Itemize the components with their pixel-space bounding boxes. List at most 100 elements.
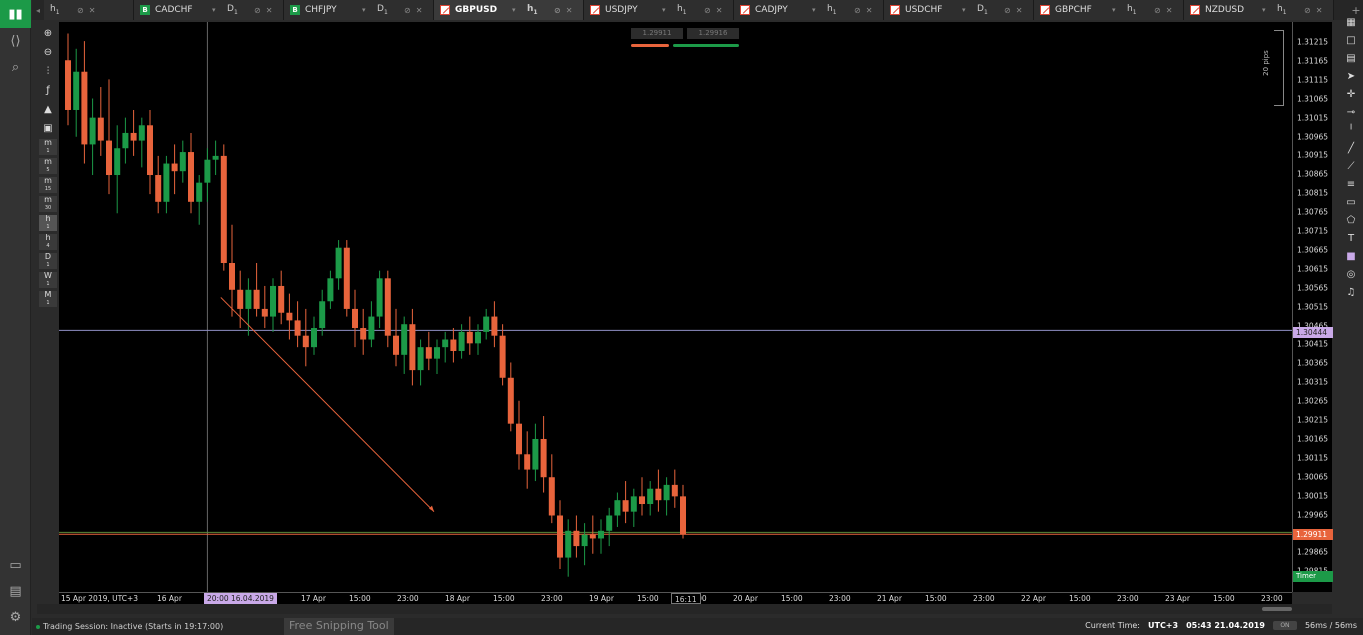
snipping-tool-label[interactable]: Free Snipping Tool (284, 618, 394, 635)
chevron-down-icon[interactable]: ▾ (1112, 6, 1122, 14)
tab-nzdusd[interactable]: NZDUSD ▾ h1 ⊘ ✕ (1184, 0, 1334, 20)
tab-scroll-left-icon[interactable]: ◂ (32, 6, 44, 15)
chart-type-icon[interactable]: ⫶ (39, 63, 57, 79)
close-icon[interactable]: ✕ (1166, 6, 1173, 15)
vertical-line-icon[interactable]: ╵ (1341, 122, 1361, 138)
template-icon[interactable]: ▲ (39, 101, 57, 117)
chevron-down-icon[interactable]: ▾ (662, 6, 672, 14)
tab-cadjpy[interactable]: CADJPY ▾ h1 ⊘ ✕ (734, 0, 884, 20)
price-tick: 1.30415 (1297, 339, 1329, 349)
shape-icon[interactable]: ⬠ (1341, 212, 1361, 228)
link-icon[interactable]: ⊘ (554, 6, 561, 15)
timeframe-D1[interactable]: D1 (39, 253, 57, 269)
close-icon[interactable]: ✕ (89, 6, 96, 15)
timeframe-M1[interactable]: M1 (39, 291, 57, 307)
chart-scrollbar[interactable] (37, 604, 1332, 614)
link-icon[interactable]: ⊘ (404, 6, 411, 15)
candle-body (384, 278, 391, 336)
camera-icon[interactable]: ◎ (1341, 266, 1361, 282)
analysis-icon[interactable]: ⌕ (0, 54, 31, 80)
chevron-down-icon[interactable]: ▾ (812, 6, 822, 14)
alert-bell-icon[interactable]: ♫ (1341, 284, 1361, 300)
single-layout-icon[interactable]: □ (1341, 32, 1361, 48)
tab-timeframe[interactable]: h1 (1127, 4, 1149, 16)
tab-first[interactable]: h1 ⊘ ✕ (44, 0, 134, 20)
tab-usdchf[interactable]: USDCHF ▾ D1 ⊘ ✕ (884, 0, 1034, 20)
tab-timeframe[interactable]: h1 (827, 4, 849, 16)
close-icon[interactable]: ✕ (866, 6, 873, 15)
zoom-in-icon[interactable]: ⊕ (39, 25, 57, 41)
time-axis[interactable]: 15 Apr 2019, UTC+3 16 Apr 17 Apr 15:00 23:00… (59, 592, 1292, 604)
cursor-icon[interactable]: ➤ (1341, 68, 1361, 84)
timeframe-W1[interactable]: W1 (39, 272, 57, 288)
ray-icon[interactable]: ⟋ (1341, 158, 1361, 174)
tab-timeframe[interactable]: h1 (677, 4, 699, 16)
chart-settings-icon[interactable]: ▣ (39, 120, 57, 136)
tab-timeframe[interactable]: D1 (377, 4, 399, 16)
close-icon[interactable]: ✕ (416, 6, 423, 15)
store-icon[interactable]: ▤ (0, 578, 31, 604)
tab-timeframe[interactable]: h1 (1277, 4, 1299, 16)
timezone-selector[interactable]: UTC+3 (1148, 621, 1178, 630)
indicators-icon[interactable]: ƒ (39, 82, 57, 98)
scroll-thumb[interactable] (1262, 607, 1292, 611)
timeframe-m30[interactable]: m 30 (39, 196, 57, 212)
timeframe-h4[interactable]: h4 (39, 234, 57, 250)
tab-gbpusd[interactable]: GBPUSD ▾ h1 ⊘ ✕ (434, 0, 584, 20)
link-icon[interactable]: ⊘ (854, 6, 861, 15)
chat-icon[interactable]: ▭ (0, 552, 31, 578)
chart-canvas[interactable] (59, 22, 1292, 592)
link-icon[interactable]: ⊘ (1304, 6, 1311, 15)
chevron-down-icon[interactable]: ▾ (512, 6, 522, 14)
horizontal-line-icon[interactable]: ⊸ (1341, 104, 1361, 120)
link-icon[interactable]: ⊘ (1154, 6, 1161, 15)
candle-timer-badge: 16:11 (671, 593, 701, 604)
link-icon[interactable]: ⊘ (704, 6, 711, 15)
timer-badge[interactable]: Timer (1293, 571, 1333, 582)
tab-timeframe[interactable]: h1 (527, 4, 549, 16)
tab-usdjpy[interactable]: USDJPY ▾ h1 ⊘ ✕ (584, 0, 734, 20)
link-icon[interactable]: ⊘ (254, 6, 261, 15)
close-icon[interactable]: ✕ (1316, 6, 1323, 15)
close-icon[interactable]: ✕ (266, 6, 273, 15)
zoom-out-icon[interactable]: ⊖ (39, 44, 57, 60)
tab-chfjpy[interactable]: B CHFJPY ▾ D1 ⊘ ✕ (284, 0, 434, 20)
link-icon[interactable]: ⊘ (77, 6, 84, 15)
on-toggle[interactable]: ON (1272, 621, 1297, 630)
timeframe-m5[interactable]: m5 (39, 158, 57, 174)
tab-timeframe[interactable]: D1 (977, 4, 999, 16)
tab-timeframe[interactable]: D1 (227, 4, 249, 16)
fibonacci-icon[interactable]: ≡ (1341, 176, 1361, 192)
chevron-down-icon[interactable]: ▾ (212, 6, 222, 14)
price-axis[interactable]: 1.31215 1.31165 1.31115 1.31065 1.31015 1.309… (1292, 22, 1333, 592)
text-icon[interactable]: T (1341, 230, 1361, 246)
tab-gbpchf[interactable]: GBPCHF ▾ h1 ⊘ ✕ (1034, 0, 1184, 20)
close-icon[interactable]: ✕ (716, 6, 723, 15)
chevron-down-icon[interactable]: ▾ (362, 6, 372, 14)
trade-chart-icon[interactable]: ▮▮ (0, 0, 31, 28)
split-layout-icon[interactable]: ▤ (1341, 50, 1361, 66)
time-label: 23 Apr (1165, 594, 1190, 603)
timeframe-m1[interactable]: m1 (39, 139, 57, 155)
code-brackets-icon[interactable]: ⟨⟩ (0, 28, 31, 54)
chevron-down-icon[interactable]: ▾ (962, 6, 972, 14)
layout-grid-icon[interactable]: ▦ (1341, 14, 1361, 30)
close-icon[interactable]: ✕ (566, 6, 573, 15)
close-icon[interactable]: ✕ (1016, 6, 1023, 15)
link-icon[interactable]: ⊘ (1004, 6, 1011, 15)
tab-symbol: GBPUSD (455, 5, 498, 15)
trend-line-icon[interactable]: ╱ (1341, 140, 1361, 156)
tab-timeframe[interactable]: h1 (50, 4, 72, 16)
timeframe-m15[interactable]: m 15 (39, 177, 57, 193)
sell-price[interactable]: 1.29911 (631, 28, 683, 39)
crosshair-icon[interactable]: ✛ (1341, 86, 1361, 102)
timeframe-h1[interactable]: h1 (39, 215, 57, 231)
price-chart[interactable]: 1.29911 1.29916 20 pips (59, 22, 1292, 592)
buy-price[interactable]: 1.29916 (687, 28, 739, 39)
settings-gear-icon[interactable]: ⚙ (0, 604, 31, 630)
tab-symbol: NZDUSD (1205, 5, 1245, 15)
color-swatch-icon[interactable]: ■ (1341, 248, 1361, 264)
rectangle-icon[interactable]: ▭ (1341, 194, 1361, 210)
chevron-down-icon[interactable]: ▾ (1262, 6, 1272, 14)
tab-cadchf[interactable]: B CADCHF ▾ D1 ⊘ ✕ (134, 0, 284, 20)
